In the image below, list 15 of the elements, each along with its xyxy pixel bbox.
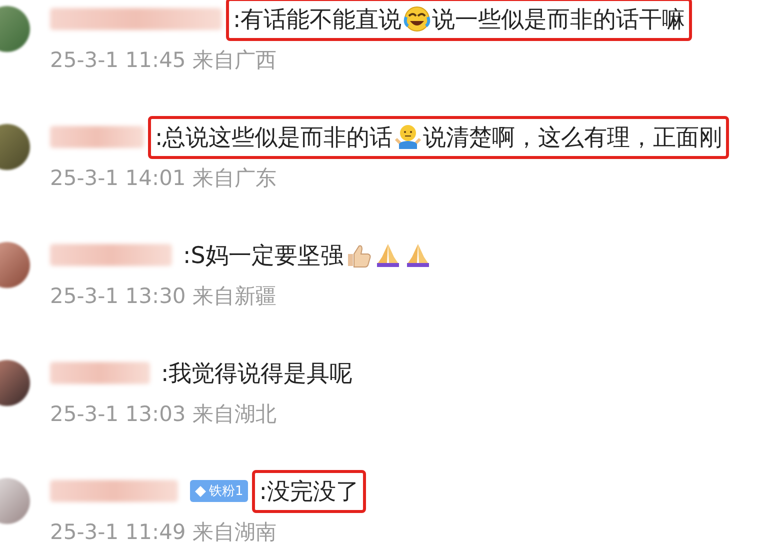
comment-text: :S妈一定要坚强 <box>183 242 344 270</box>
comment-text: 说清楚啊，这么有理，正面刚 <box>422 124 722 152</box>
laugh-cry-emoji-icon <box>402 5 431 33</box>
comment-time: 25-3-1 13:30 来自新疆 <box>50 284 278 309</box>
comment-text: :我觉得说得是具呢 <box>161 360 353 388</box>
comment-text: :有话能不能直说 <box>233 6 402 34</box>
comment-time: 25-3-1 11:49 来自湖南 <box>50 520 278 545</box>
shrug-emoji-icon <box>394 123 422 151</box>
comment-text: 说一些似是而非的话干嘛 <box>432 6 685 34</box>
comment-text: :总说这些似是而非的话 <box>155 124 393 152</box>
comment-time: 25-3-1 13:03 来自湖北 <box>50 402 278 427</box>
comment-time: 25-3-1 14:01 来自广东 <box>50 166 278 191</box>
fan-badge: 铁粉1 <box>190 480 248 502</box>
comment-text: :没完没了 <box>259 478 360 506</box>
comment-time: 25-3-1 11:45 来自广西 <box>50 48 278 73</box>
